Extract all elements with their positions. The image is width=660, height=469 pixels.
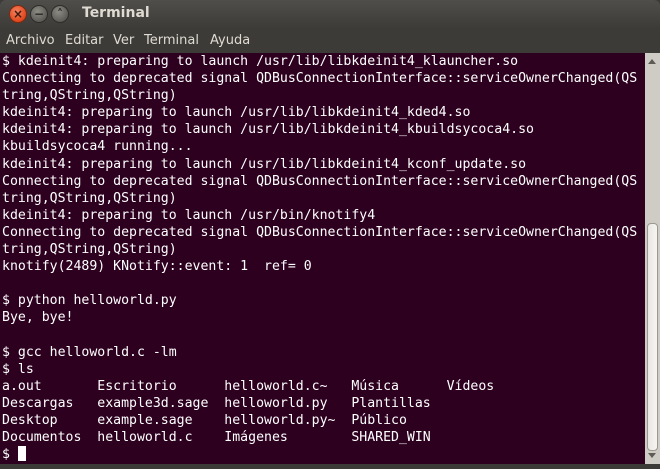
terminal-line: a.out Escritorio helloworld.c~ Música Ví… xyxy=(2,378,495,394)
terminal-line: kbuildsycoca4 running... xyxy=(2,139,193,155)
terminal-line: Connecting to deprecated signal QDBusCon… xyxy=(2,71,638,87)
terminal-line: Connecting to deprecated signal QDBusCon… xyxy=(2,173,638,189)
terminal-line: Connecting to deprecated signal QDBusCon… xyxy=(2,224,638,240)
terminal-line: $ ls xyxy=(2,361,34,377)
menu-ver[interactable]: Ver xyxy=(113,33,134,48)
terminal-line: $ python helloworld.py xyxy=(2,293,177,309)
terminal-line: kdeinit4: preparing to launch /usr/lib/l… xyxy=(2,156,527,172)
terminal-window: × − ˄ Terminal Archivo Editar Ver Termin… xyxy=(0,0,660,469)
minimize-icon[interactable]: − xyxy=(30,5,48,23)
scrollbar-thumb[interactable] xyxy=(647,223,658,451)
terminal-line: tring,QString,QString) xyxy=(2,242,177,258)
menu-ayuda[interactable]: Ayuda xyxy=(210,33,250,48)
terminal-line: kdeinit4: preparing to launch /usr/lib/l… xyxy=(2,105,471,121)
terminal-line: kdeinit4: preparing to launch /usr/lib/l… xyxy=(2,122,534,138)
maximize-icon[interactable]: ˄ xyxy=(51,5,69,23)
window-bottom-border xyxy=(0,464,660,469)
menu-editar[interactable]: Editar xyxy=(65,33,104,48)
terminal-output[interactable]: $ kdeinit4: preparing to launch /usr/lib… xyxy=(0,53,645,464)
scroll-down-icon[interactable] xyxy=(648,453,656,458)
close-icon[interactable]: × xyxy=(9,5,27,23)
terminal-line: Desktop example.sage helloworld.py~ Públ… xyxy=(2,412,407,428)
text-cursor xyxy=(17,446,26,462)
terminal-line: knotify(2489) KNotify::event: 1 ref= 0 xyxy=(2,259,312,275)
window-title: Terminal xyxy=(82,5,150,21)
title-bar[interactable]: × − ˄ Terminal xyxy=(0,0,660,29)
terminal-line: $ kdeinit4: preparing to launch /usr/lib… xyxy=(2,54,519,69)
terminal-line: Documentos helloworld.c Imágenes SHARED_… xyxy=(2,430,431,446)
terminal-line: Descargas example3d.sage helloworld.py P… xyxy=(2,395,431,411)
terminal-line: kdeinit4: preparing to launch /usr/bin/k… xyxy=(2,207,376,223)
menu-archivo[interactable]: Archivo xyxy=(6,33,55,48)
terminal-line: $ gcc helloworld.c -lm xyxy=(2,344,177,360)
terminal-line: tring,QString,QString) xyxy=(2,190,177,206)
scroll-up-icon[interactable] xyxy=(648,59,656,64)
menu-terminal[interactable]: Terminal xyxy=(144,33,199,48)
menu-bar: Archivo Editar Ver Terminal Ayuda xyxy=(0,29,660,53)
terminal-line: tring,QString,QString) xyxy=(2,88,177,104)
prompt: $ xyxy=(2,447,18,463)
terminal-line: Bye, bye! xyxy=(2,310,74,326)
prompt-line[interactable]: $ xyxy=(0,446,645,463)
vertical-scrollbar[interactable] xyxy=(645,53,660,464)
